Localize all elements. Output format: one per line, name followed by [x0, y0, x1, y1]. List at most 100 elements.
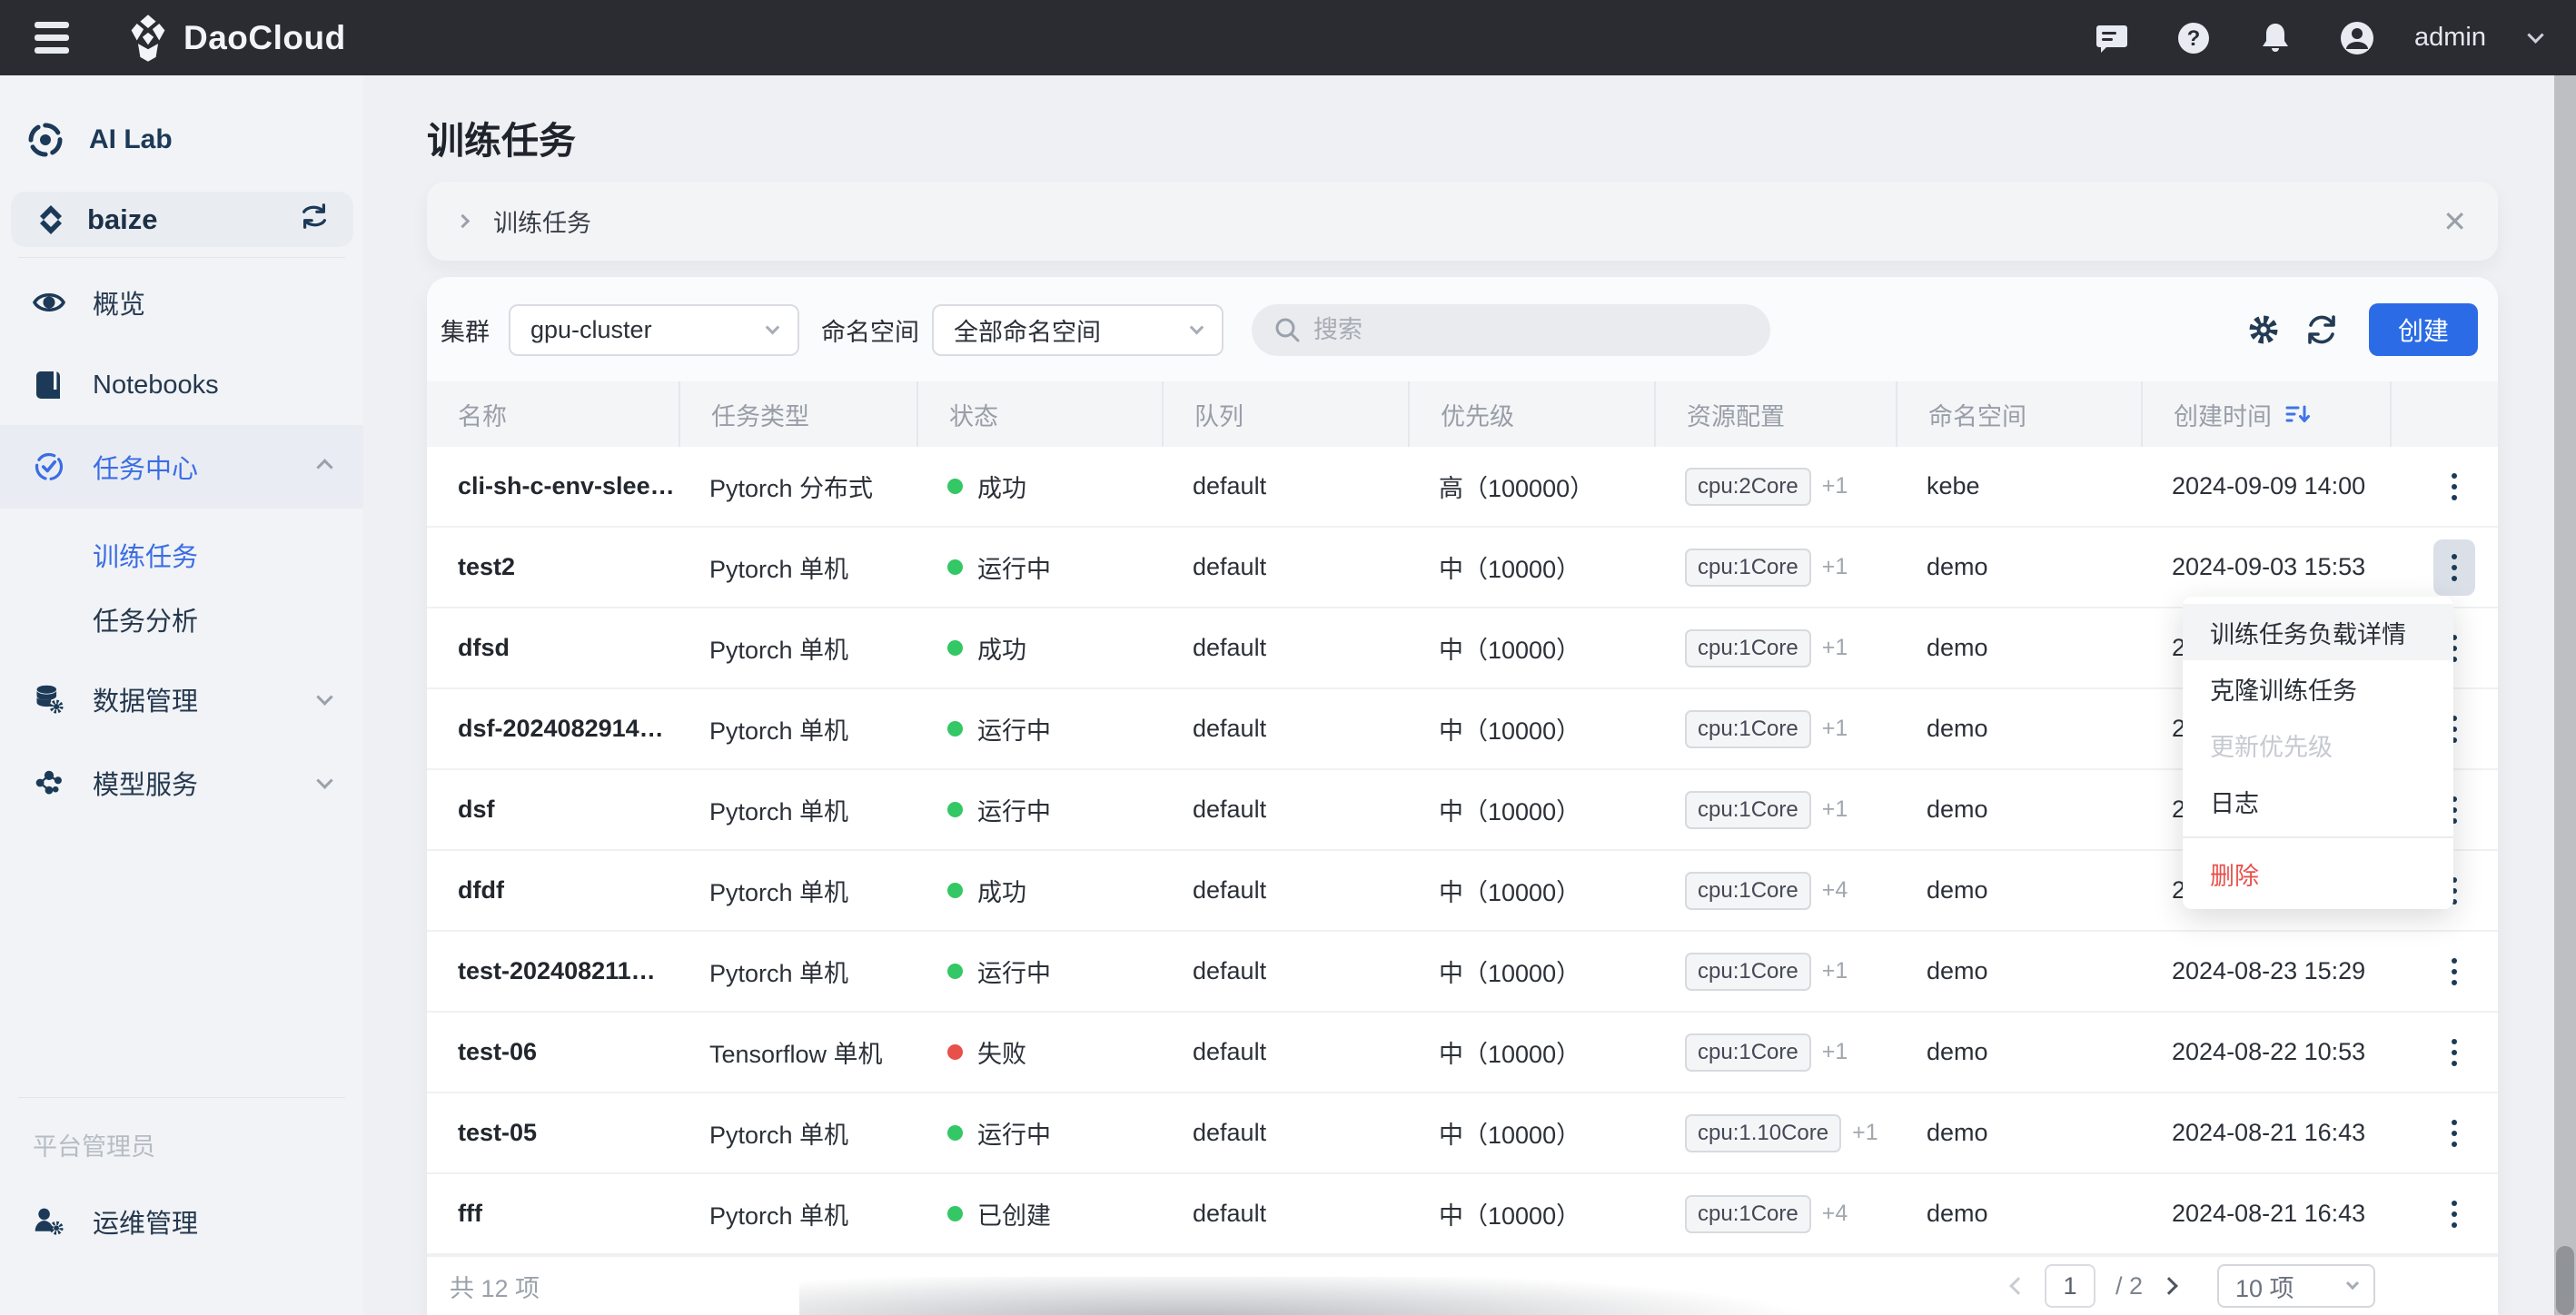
sidebar-item-model-services[interactable]: 模型服务	[0, 750, 363, 816]
page-number-input[interactable]: 1	[2045, 1264, 2095, 1308]
brand: DaoCloud	[125, 14, 346, 63]
task-queue: default	[1162, 689, 1408, 768]
kebab-menu-icon[interactable]	[2433, 1105, 2475, 1162]
resource-extra-count: +1	[1822, 635, 1848, 661]
search-input[interactable]	[1313, 316, 1713, 344]
context-menu-item[interactable]: 训练任务负载详情	[2183, 604, 2453, 660]
column-header-2: 任务类型	[679, 381, 916, 447]
task-name[interactable]: dfsd	[427, 608, 679, 687]
username[interactable]: admin	[2414, 23, 2486, 53]
task-type: Pytorch 单机	[679, 851, 916, 930]
task-status: 已创建	[916, 1174, 1162, 1253]
page-count: / 2	[2115, 1272, 2143, 1300]
prev-page-icon[interactable]	[2009, 1277, 2027, 1295]
kebab-menu-icon[interactable]	[2433, 539, 2475, 596]
column-header-8[interactable]: 创建时间	[2141, 381, 2390, 447]
table-row[interactable]: test2 Pytorch 单机 运行中 default 中（10000） cp…	[427, 528, 2498, 608]
table-footer: 共 12 项 1 / 2 10 项	[427, 1255, 2498, 1315]
scrollbar-thumb[interactable]	[2556, 1246, 2574, 1315]
cluster-select-value: gpu-cluster	[530, 316, 652, 344]
refresh-icon[interactable]	[2304, 311, 2340, 348]
sort-desc-icon[interactable]	[2284, 400, 2312, 428]
kebab-menu-icon[interactable]	[2433, 944, 2475, 1000]
context-menu-item[interactable]: 日志	[2183, 773, 2453, 829]
table-row[interactable]: test-06 Tensorflow 单机 失败 default 中（10000…	[427, 1013, 2498, 1093]
task-namespace: kebe	[1896, 447, 2141, 526]
cluster-select[interactable]: gpu-cluster	[509, 304, 799, 356]
user-menu-chevron-icon[interactable]	[2527, 26, 2543, 43]
resource-badge: cpu:1Core	[1685, 953, 1811, 991]
window-scrollbar	[2554, 75, 2576, 1315]
task-resources: cpu:1Core +1	[1654, 770, 1896, 849]
task-status: 运行中	[916, 689, 1162, 768]
table-row[interactable]: fff Pytorch 单机 已创建 default 中（10000） cpu:…	[427, 1174, 2498, 1255]
task-name[interactable]: test2	[427, 528, 679, 607]
workspace-selector[interactable]: baize	[11, 192, 353, 247]
cluster-label: 集群	[441, 312, 490, 348]
task-name[interactable]: cli-sh-c-env-slee…	[427, 447, 679, 526]
task-name[interactable]: dsf-2024082914…	[427, 689, 679, 768]
brand-name: DaoCloud	[183, 19, 346, 57]
breadcrumb-item[interactable]: 训练任务	[493, 203, 591, 239]
notifications-icon[interactable]	[2256, 19, 2294, 57]
workspace-switch-icon[interactable]	[299, 201, 330, 238]
task-queue: default	[1162, 1013, 1408, 1092]
resource-badge: cpu:1Core	[1685, 710, 1811, 748]
page-size-select[interactable]: 10 项	[2217, 1264, 2375, 1308]
sidebar-item-task-center[interactable]: 任务中心	[0, 425, 363, 509]
sidebar-item-data-management[interactable]: 数据管理	[0, 667, 363, 732]
task-priority: 中（10000）	[1408, 689, 1654, 768]
task-resources: cpu:1Core +4	[1654, 851, 1896, 930]
table-row[interactable]: cli-sh-c-env-slee… Pytorch 分布式 成功 defaul…	[427, 447, 2498, 528]
task-queue: default	[1162, 1174, 1408, 1253]
task-type: Pytorch 单机	[679, 608, 916, 687]
namespace-select[interactable]: 全部命名空间	[932, 304, 1224, 356]
resource-extra-count: +1	[1852, 1120, 1878, 1146]
column-header-label: 资源配置	[1687, 397, 1785, 432]
messages-icon[interactable]	[2093, 19, 2131, 57]
status-dot-icon	[947, 964, 963, 979]
page-size-value: 10 项	[2235, 1269, 2294, 1304]
row-actions	[2390, 932, 2498, 1011]
menu-toggle-icon[interactable]	[35, 22, 69, 54]
column-header-label: 任务类型	[711, 397, 809, 432]
column-header-4: 队列	[1162, 381, 1408, 447]
table-row[interactable]: test-202408211… Pytorch 单机 运行中 default 中…	[427, 932, 2498, 1013]
namespace-label: 命名空间	[821, 312, 919, 348]
task-type: Tensorflow 单机	[679, 1013, 916, 1092]
table-row[interactable]: test-05 Pytorch 单机 运行中 default 中（10000） …	[427, 1093, 2498, 1174]
main-content: 训练任务 训练任务 ✕ 集群 gpu-cluster 命名空间 全部命名空间	[363, 75, 2576, 1315]
task-name[interactable]: test-06	[427, 1013, 679, 1092]
sidebar-item-task-analysis[interactable]: 任务分析	[93, 600, 198, 638]
close-icon[interactable]: ✕	[2442, 207, 2467, 236]
status-label: 成功	[977, 873, 1026, 908]
product-header: AI Lab	[25, 120, 173, 160]
sidebar-item-overview[interactable]: 概览	[0, 270, 363, 335]
status-dot-icon	[947, 479, 963, 494]
task-name[interactable]: test-202408211…	[427, 932, 679, 1011]
status-dot-icon	[947, 1125, 963, 1141]
task-name[interactable]: fff	[427, 1174, 679, 1253]
task-name[interactable]: test-05	[427, 1093, 679, 1172]
resource-badge: cpu:1Core	[1685, 791, 1811, 829]
next-page-icon[interactable]	[2160, 1277, 2178, 1295]
task-name[interactable]: dsf	[427, 770, 679, 849]
task-name[interactable]: dfdf	[427, 851, 679, 930]
kebab-menu-icon[interactable]	[2433, 1024, 2475, 1081]
context-menu-item[interactable]: 克隆训练任务	[2183, 660, 2453, 717]
settings-gear-icon[interactable]	[2245, 311, 2282, 348]
sidebar-item-training-tasks[interactable]: 训练任务	[93, 536, 198, 574]
task-type: Pytorch 单机	[679, 932, 916, 1011]
kebab-menu-icon[interactable]	[2433, 459, 2475, 515]
chevron-down-icon	[316, 772, 332, 788]
sidebar-item-ops-management[interactable]: 运维管理	[0, 1189, 363, 1254]
avatar[interactable]	[2338, 19, 2376, 57]
create-button[interactable]: 创建	[2369, 303, 2478, 356]
resource-badge: cpu:2Core	[1685, 468, 1811, 506]
help-icon[interactable]: ?	[2175, 19, 2213, 57]
sidebar-item-notebooks[interactable]: Notebooks	[0, 352, 363, 418]
task-resources: cpu:1Core +1	[1654, 689, 1896, 768]
kebab-menu-icon[interactable]	[2433, 1186, 2475, 1242]
context-menu-item[interactable]: 删除	[2183, 845, 2453, 902]
breadcrumb-chevron-icon[interactable]	[456, 214, 471, 229]
